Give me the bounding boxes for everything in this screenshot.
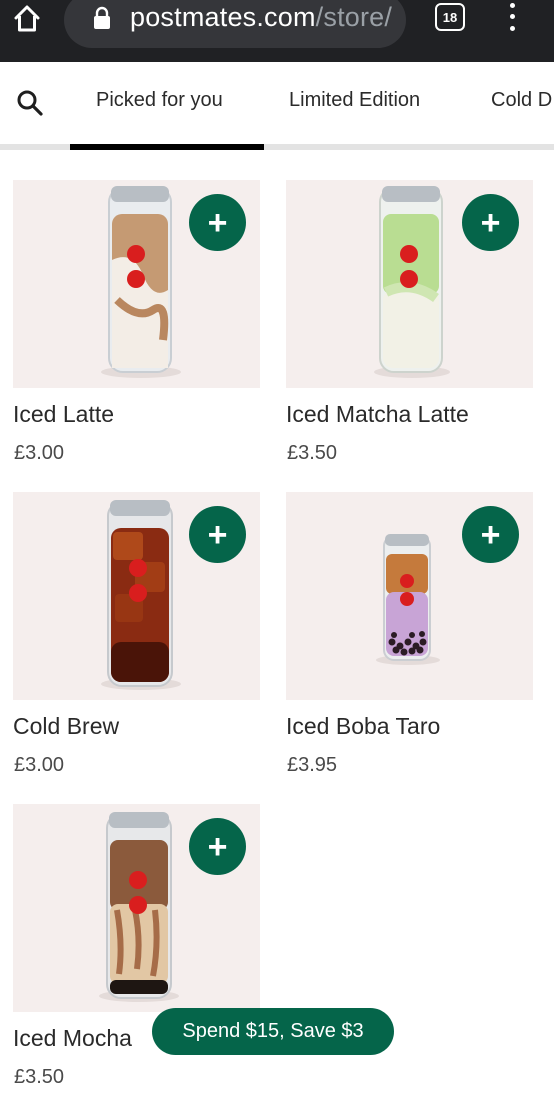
tab-switcher-icon[interactable]: 18	[435, 3, 465, 31]
lock-icon	[92, 6, 112, 35]
product-image[interactable]: +	[13, 804, 260, 1012]
add-to-cart-button[interactable]: +	[189, 506, 246, 563]
tab-cold-drinks[interactable]: Cold D	[491, 89, 552, 112]
add-to-cart-button[interactable]: +	[189, 818, 246, 875]
url-text: postmates.com/store/a	[130, 2, 392, 33]
promo-banner-button[interactable]: Spend $15, Save $3	[152, 1008, 394, 1055]
tab-count: 18	[442, 9, 458, 25]
url-path: /store/a	[315, 2, 392, 32]
product-price: £3.50	[14, 1066, 65, 1088]
add-to-cart-button[interactable]: +	[462, 506, 519, 563]
search-icon[interactable]	[16, 89, 46, 119]
url-domain: postmates.com	[130, 2, 316, 32]
product-name[interactable]: Iced Latte	[13, 401, 114, 428]
browser-toolbar: postmates.com/store/a 18	[0, 0, 554, 62]
active-tab-indicator	[70, 144, 264, 150]
product-image[interactable]: +	[13, 180, 260, 388]
product-price: £3.00	[14, 442, 65, 464]
add-to-cart-button[interactable]: +	[462, 194, 519, 251]
tab-limited-edition[interactable]: Limited Edition	[289, 89, 420, 112]
product-price: £3.50	[287, 442, 338, 464]
product-name[interactable]: Iced Mocha	[13, 1025, 132, 1052]
product-name[interactable]: Iced Matcha Latte	[286, 401, 469, 428]
product-image[interactable]: +	[286, 492, 533, 700]
home-icon[interactable]	[8, 0, 46, 36]
product-price: £3.95	[287, 754, 338, 776]
tab-picked-for-you[interactable]: Picked for you	[96, 89, 223, 112]
more-vert-icon[interactable]	[502, 0, 522, 34]
category-bar: Picked for you Limited Edition Cold D	[0, 62, 554, 150]
product-name[interactable]: Iced Boba Taro	[286, 713, 440, 740]
product-name[interactable]: Cold Brew	[13, 713, 119, 740]
product-image[interactable]: +	[13, 492, 260, 700]
add-to-cart-button[interactable]: +	[189, 194, 246, 251]
product-price: £3.00	[14, 754, 65, 776]
product-image[interactable]: +	[286, 180, 533, 388]
address-bar[interactable]: postmates.com/store/a	[64, 0, 406, 48]
